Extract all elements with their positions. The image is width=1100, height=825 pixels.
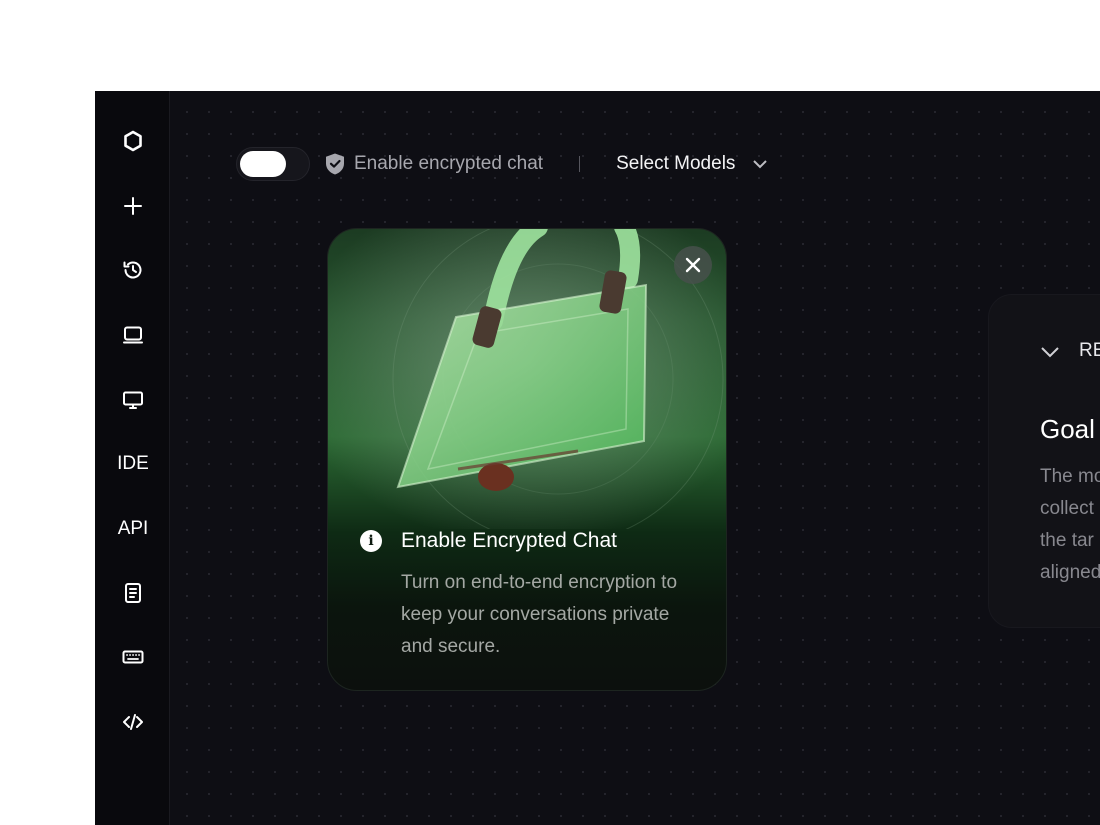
sidebar: IDE API	[95, 91, 170, 825]
encrypted-chat-text: Enable encrypted chat	[354, 153, 544, 174]
reasoning-panel: RE Goal The mo collect the tar aligned	[988, 294, 1100, 628]
card-title: Enable Encrypted Chat	[401, 529, 617, 552]
info-icon: i	[360, 530, 382, 552]
panel-text-line: The mo	[1040, 466, 1100, 487]
laptop-icon[interactable]	[114, 316, 152, 354]
keyboard-icon[interactable]	[114, 638, 152, 676]
code-icon[interactable]	[114, 703, 152, 741]
chevron-down-icon[interactable]	[1039, 341, 1061, 363]
select-models-label: Select Models	[616, 153, 736, 174]
panel-text: The mo collect the tar aligned	[1040, 461, 1100, 589]
new-chat-icon[interactable]	[114, 187, 152, 225]
panel-text-line: the tar	[1040, 530, 1094, 551]
panel-text-line: collect	[1040, 498, 1094, 519]
panel-header: RE	[1079, 340, 1100, 361]
sidebar-item-label: IDE	[117, 453, 149, 474]
close-button[interactable]	[674, 246, 712, 284]
shield-icon	[326, 153, 344, 175]
sidebar-item-api[interactable]: API	[114, 510, 152, 548]
app-window: IDE API Enable encrypted chat Select Mod…	[95, 91, 1100, 825]
sidebar-item-label: API	[117, 518, 149, 539]
padlock-illustration	[328, 229, 726, 529]
panel-text-line: aligned	[1040, 562, 1100, 583]
main-area: Enable encrypted chat Select Models i En…	[170, 91, 1100, 825]
encrypted-chat-label: Enable encrypted chat	[324, 152, 543, 176]
top-bar: Enable encrypted chat Select Models	[236, 147, 769, 181]
select-models-dropdown[interactable]: Select Models	[616, 153, 769, 175]
chevron-down-icon	[753, 160, 768, 169]
encrypted-chat-toggle[interactable]	[236, 147, 310, 181]
logo-icon[interactable]	[114, 122, 152, 160]
encrypted-chat-promo-card: i Enable Encrypted Chat Turn on end-to-e…	[327, 228, 727, 691]
close-icon	[685, 257, 701, 273]
toggle-knob	[240, 151, 286, 177]
document-icon[interactable]	[114, 574, 152, 612]
history-icon[interactable]	[114, 251, 152, 289]
monitor-icon[interactable]	[114, 381, 152, 419]
card-title-row: i Enable Encrypted Chat	[360, 529, 617, 553]
card-description: Turn on end-to-end encryption to keep yo…	[401, 572, 678, 657]
divider	[579, 156, 581, 172]
sidebar-item-ide[interactable]: IDE	[114, 445, 152, 483]
panel-title: Goal	[1040, 414, 1095, 444]
